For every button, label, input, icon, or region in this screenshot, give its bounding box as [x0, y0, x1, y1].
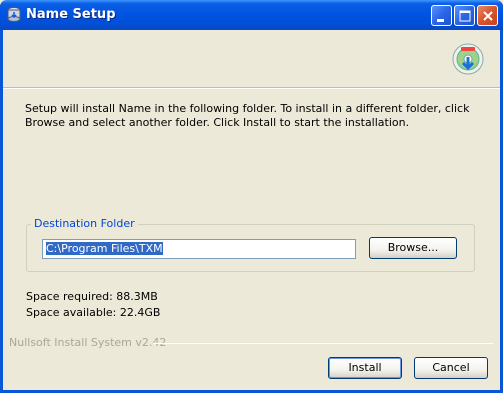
- destination-folder-label: Destination Folder: [31, 217, 138, 230]
- installer-cd-download-icon: [451, 42, 485, 76]
- close-button[interactable]: [477, 5, 498, 26]
- window-title: Name Setup: [26, 7, 116, 22]
- maximize-icon: [459, 10, 471, 22]
- close-icon: [483, 11, 493, 21]
- space-required-text: Space required: 88.3MB: [26, 290, 158, 303]
- browse-button[interactable]: Browse...: [369, 237, 457, 259]
- minimize-button[interactable]: [431, 5, 452, 26]
- setup-window: Name Setup Setup will install Name in th…: [0, 0, 503, 393]
- maximize-button[interactable]: [454, 5, 475, 26]
- header-band: [3, 30, 500, 89]
- minimize-icon: [437, 19, 444, 22]
- destination-path-value: C:\Program Files\TXM: [46, 242, 163, 255]
- dialog-body: Setup will install Name in the following…: [3, 30, 500, 390]
- cancel-button[interactable]: Cancel: [414, 357, 488, 379]
- install-button[interactable]: Install: [328, 357, 402, 379]
- intro-text: Setup will install Name in the following…: [25, 102, 470, 129]
- destination-path-input[interactable]: C:\Program Files\TXM: [42, 239, 356, 259]
- branding-text: Nullsoft Install System v2.42: [9, 336, 167, 349]
- branding-divider: [153, 343, 493, 344]
- title-bar[interactable]: Name Setup: [0, 0, 503, 30]
- installer-app-icon[interactable]: [6, 6, 22, 23]
- space-available-text: Space available: 22.4GB: [26, 306, 161, 319]
